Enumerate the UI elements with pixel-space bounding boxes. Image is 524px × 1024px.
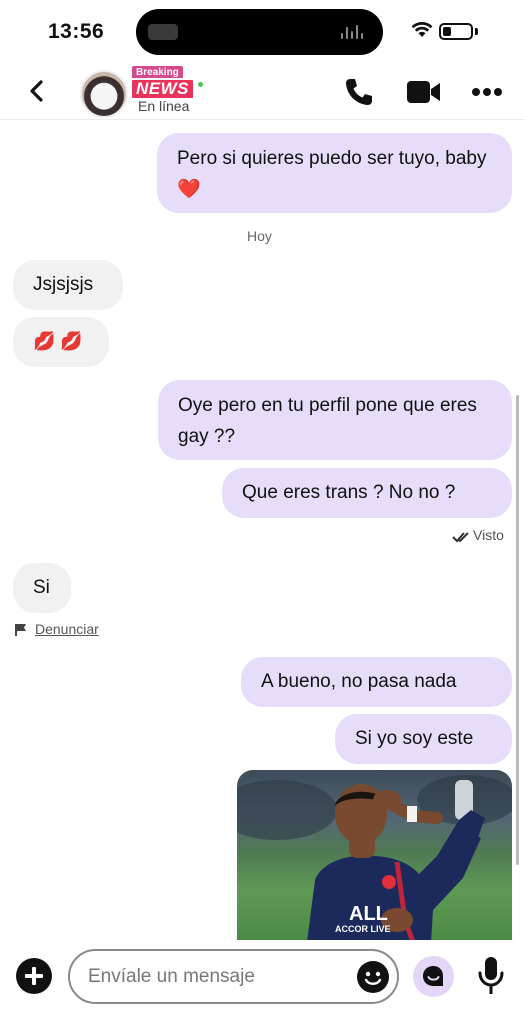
shared-photo[interactable]: ALL ACCOR LIVE xyxy=(237,770,512,940)
message-bubble-outgoing[interactable]: A bueno, no pasa nada xyxy=(241,657,512,707)
phone-icon[interactable] xyxy=(343,76,375,108)
chat-thread[interactable]: Pero si quieres puedo ser tuyo, baby❤️ H… xyxy=(0,120,524,940)
message-bubble-outgoing[interactable]: Que eres trans ? No no ? xyxy=(222,468,512,518)
online-status: En línea xyxy=(138,98,190,114)
shirt-text: ALL xyxy=(349,903,388,925)
online-dot xyxy=(196,80,205,89)
battery-tip xyxy=(475,28,478,35)
message-bubble-incoming[interactable]: 💋 💋 xyxy=(13,317,109,367)
message-bubble-outgoing[interactable]: Pero si quieres puedo ser tuyo, baby❤️ xyxy=(157,133,512,213)
island-activity-icon xyxy=(148,24,178,40)
smiley-icon[interactable] xyxy=(357,961,389,993)
plus-icon[interactable] xyxy=(16,958,52,994)
back-arrow-icon[interactable] xyxy=(22,76,52,106)
message-placeholder: Envíale un mensaje xyxy=(88,966,255,987)
message-input-bar: Envíale un mensaje xyxy=(0,940,524,1024)
double-check-icon xyxy=(452,532,469,543)
chat-header: Breaking NEWS En línea xyxy=(0,62,524,120)
status-time: 13:56 xyxy=(48,20,105,43)
message-input[interactable]: Envíale un mensaje xyxy=(68,949,399,1004)
wifi-icon xyxy=(411,22,433,37)
report-link[interactable]: Denunciar xyxy=(35,621,99,637)
message-bubble-incoming[interactable]: Jsjsjsjs xyxy=(13,260,123,310)
video-camera-icon[interactable] xyxy=(406,78,442,106)
microphone-icon[interactable] xyxy=(476,956,506,996)
flag-icon xyxy=(15,624,26,636)
status-bar: 13:56 xyxy=(0,0,524,62)
dynamic-island xyxy=(136,9,383,55)
seen-label: Visto xyxy=(473,527,504,543)
day-separator: Hoy xyxy=(247,228,272,244)
battery-icon xyxy=(439,23,473,40)
scrollbar[interactable] xyxy=(516,395,519,865)
avatar[interactable] xyxy=(80,70,128,118)
more-options-icon[interactable] xyxy=(470,82,504,102)
message-bubble-incoming[interactable]: Si xyxy=(13,563,71,613)
profile-badge: Breaking NEWS xyxy=(130,66,205,100)
audio-wave-icon xyxy=(341,25,367,39)
message-bubble-outgoing[interactable]: Oye pero en tu perfil pone que eres gay … xyxy=(158,380,512,460)
badge-main-text: NEWS xyxy=(130,78,195,100)
message-bubble-outgoing[interactable]: Si yo soy este xyxy=(335,714,512,764)
chat-bubble-icon[interactable] xyxy=(413,956,454,997)
sponsor-text: ACCOR LIVE xyxy=(335,924,391,934)
photo-illustration: ALL ACCOR LIVE xyxy=(237,775,512,940)
